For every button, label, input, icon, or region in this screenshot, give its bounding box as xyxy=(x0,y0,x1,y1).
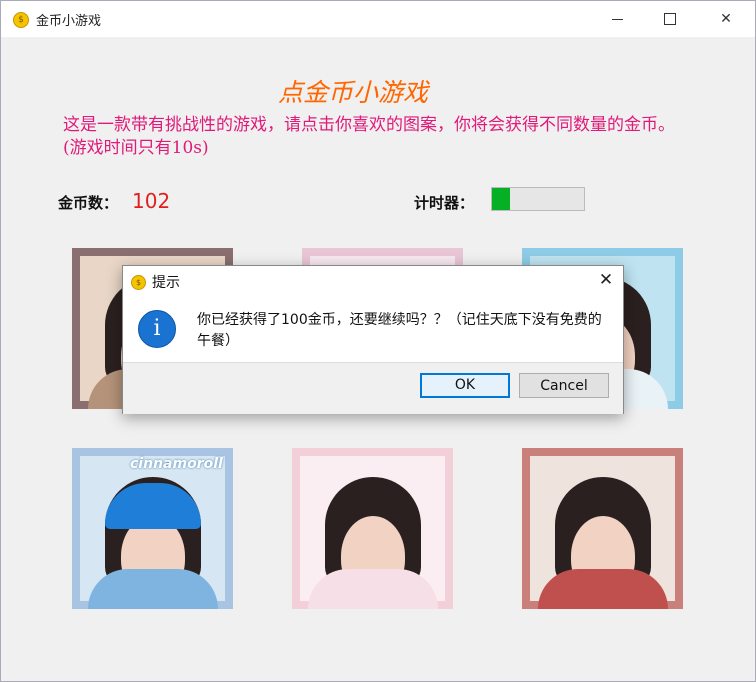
game-description: 这是一款带有挑战性的游戏，请点击你喜欢的图案，你将会获得不同数量的金币。(游戏时… xyxy=(63,115,675,158)
close-icon: ✕ xyxy=(720,11,732,27)
maximize-icon xyxy=(664,13,676,25)
minimize-icon xyxy=(611,18,623,20)
info-icon: i xyxy=(138,310,176,348)
photo-shirt xyxy=(87,569,218,609)
photo-tile-4[interactable]: cinnamoroll xyxy=(72,448,233,609)
close-icon: ✕ xyxy=(598,270,614,290)
photo-tile-6[interactable] xyxy=(522,448,683,609)
coin-icon: $ xyxy=(131,275,146,290)
ok-button[interactable]: OK xyxy=(420,373,510,398)
coin-count-label: 金币数： xyxy=(58,194,119,212)
timer-progress-fill xyxy=(492,188,511,210)
cancel-button[interactable]: Cancel xyxy=(519,373,609,398)
window-title: 金币小游戏 xyxy=(36,14,102,29)
close-button[interactable]: ✕ xyxy=(703,1,749,37)
coin-icon: $ xyxy=(13,12,29,28)
dialog-title: 提示 xyxy=(152,275,180,291)
title-bar: $ 金币小游戏 ✕ xyxy=(1,1,755,37)
app-window: $ 金币小游戏 ✕ 点金币小游戏 这是一款带有挑战性的游戏，请点击你喜欢的图案，… xyxy=(0,0,756,682)
photo-shirt xyxy=(307,569,438,609)
coin-count-value: 102 xyxy=(132,189,171,213)
dialog-close-button[interactable]: ✕ xyxy=(589,266,623,294)
photo-tile-5[interactable] xyxy=(292,448,453,609)
message-dialog: $ 提示 ✕ i 你已经获得了100金币，还要继续吗？？（记住天底下没有免费的午… xyxy=(122,265,624,414)
timer-progress-bar xyxy=(491,187,585,211)
timer-label: 计时器： xyxy=(414,194,475,212)
photo-shirt xyxy=(537,569,668,609)
dialog-message: 你已经获得了100金币，还要继续吗？？（记住天底下没有免费的午餐） xyxy=(197,312,602,349)
maximize-button[interactable] xyxy=(647,1,693,37)
game-heading: 点金币小游戏 xyxy=(277,78,428,107)
photo-caption: cinnamoroll xyxy=(130,456,223,472)
minimize-button[interactable] xyxy=(594,1,640,37)
dialog-footer: OK Cancel xyxy=(123,362,623,414)
